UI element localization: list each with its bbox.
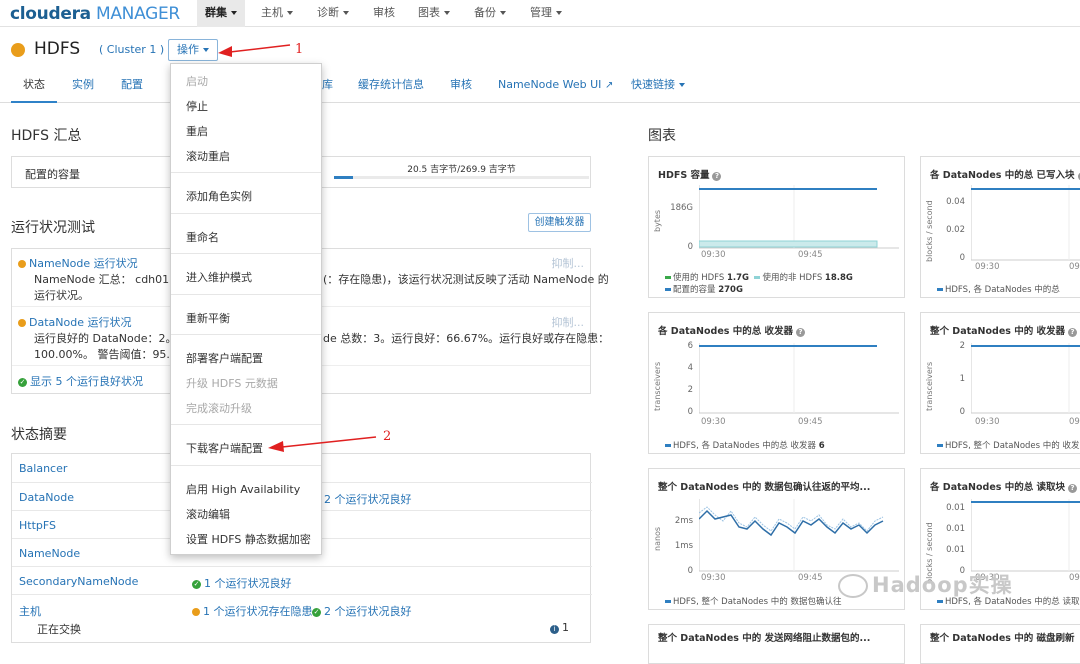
annotation-arrows	[218, 44, 377, 452]
annotation-label-1: 1	[295, 42, 304, 57]
annotation-label-2: 2	[383, 429, 392, 444]
